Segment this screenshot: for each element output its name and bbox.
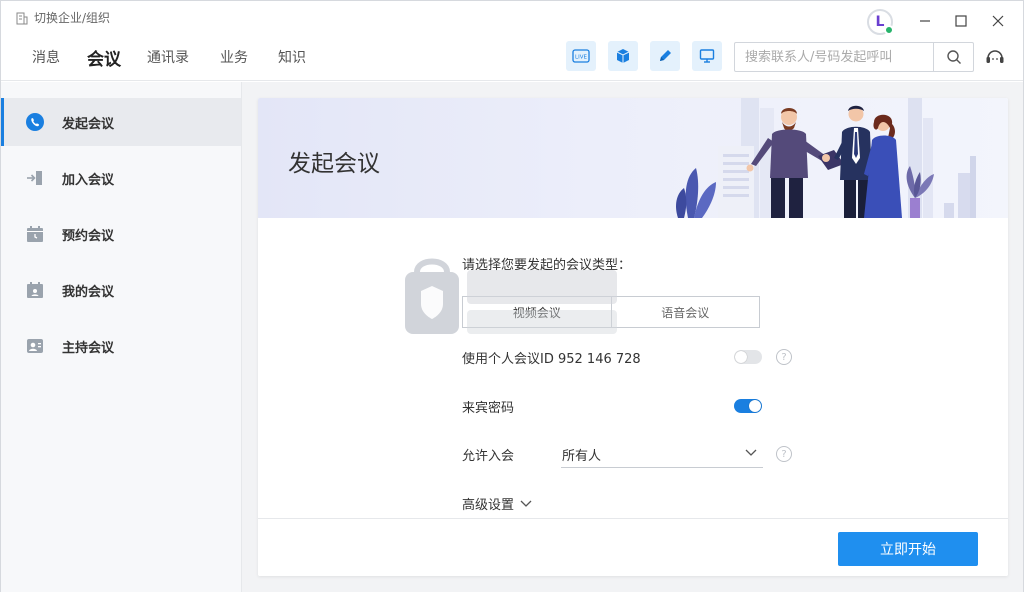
sidebar-item-my-meetings[interactable]: 我的会议: [1, 266, 241, 314]
close-button[interactable]: [986, 9, 1010, 33]
box-button[interactable]: [608, 41, 638, 71]
building-icon: [15, 11, 29, 25]
advanced-settings-label: 高级设置: [462, 498, 515, 513]
toggle-knob: [749, 400, 761, 412]
screen-icon: [699, 49, 715, 63]
org-switch-label: 切换企业/组织: [34, 11, 111, 25]
phone-chat-icon: [25, 112, 45, 132]
audio-meeting-option[interactable]: 语音会议: [612, 297, 760, 327]
search-box: [734, 42, 974, 72]
title-bar: 切换企业/组织 L: [1, 1, 1023, 39]
close-icon: [992, 15, 1004, 27]
screen-share-button[interactable]: [692, 41, 722, 71]
card-footer: 立即开始: [258, 518, 1008, 576]
personal-id-help-icon[interactable]: ?: [776, 349, 792, 365]
personal-id-label: 使用个人会议ID 952 146 728: [462, 352, 641, 367]
sidebar-item-label: 主持会议: [62, 341, 115, 356]
allow-join-help-icon[interactable]: ?: [776, 446, 792, 462]
calendar-person-icon: [25, 280, 45, 300]
meeting-form: 请选择您要发起的会议类型： 视频会议 语音会议 使用个人会议ID 952 146…: [258, 218, 1008, 518]
sidebar-item-label: 我的会议: [62, 285, 115, 300]
maximize-button[interactable]: [949, 9, 973, 33]
video-meeting-option[interactable]: 视频会议: [463, 297, 612, 327]
minimize-icon: [920, 20, 930, 22]
calendar-clock-icon: [25, 224, 45, 244]
banner: 发起会议: [258, 98, 1008, 218]
tab-contacts[interactable]: 通讯录: [147, 47, 189, 67]
live-button[interactable]: LIVE: [566, 41, 596, 71]
sidebar-item-label: 预约会议: [62, 229, 115, 244]
maximize-icon: [955, 15, 967, 27]
svg-text:LIVE: LIVE: [575, 55, 587, 61]
meeting-people-illustration: [676, 98, 976, 218]
top-nav: 消息 会议 通讯录 业务 知识 LIVE: [1, 39, 1023, 81]
sidebar-item-join-meeting[interactable]: 加入会议: [1, 154, 241, 202]
org-switch-button[interactable]: 切换企业/组织: [15, 9, 110, 26]
live-icon: LIVE: [572, 49, 590, 63]
pen-icon: [660, 50, 671, 61]
chevron-down-icon: [520, 500, 532, 507]
customer-service-button[interactable]: [984, 46, 1006, 68]
tab-knowledge[interactable]: 知识: [278, 47, 306, 67]
sidebar-item-schedule-meeting[interactable]: 预约会议: [1, 210, 241, 258]
sidebar-item-label: 加入会议: [62, 173, 115, 188]
sidebar-item-host-meeting[interactable]: 主持会议: [1, 322, 241, 370]
search-icon: [946, 50, 961, 64]
sidebar-item-start-meeting[interactable]: 发起会议: [1, 98, 241, 146]
online-status-dot: [884, 25, 894, 35]
allow-join-select[interactable]: 所有人: [561, 440, 763, 468]
avatar-letter: L: [875, 14, 885, 30]
search-button[interactable]: [933, 43, 973, 71]
avatar[interactable]: L: [867, 9, 894, 35]
page-title: 发起会议: [288, 151, 380, 177]
box-icon: [616, 49, 630, 63]
allow-join-value: 所有人: [562, 449, 602, 464]
guest-password-label: 来宾密码: [462, 401, 515, 416]
sidebar: 发起会议 加入会议 预约会议 我的会议 主持会议: [1, 82, 242, 592]
meeting-type-prompt: 请选择您要发起的会议类型：: [462, 258, 632, 273]
tab-meetings[interactable]: 会议: [87, 45, 121, 70]
allow-join-label: 允许入会: [462, 449, 515, 464]
host-person-icon: [25, 336, 45, 356]
tab-messages[interactable]: 消息: [32, 47, 60, 67]
advanced-settings-toggle[interactable]: 高级设置: [462, 494, 532, 513]
enter-door-icon: [25, 168, 45, 188]
chevron-down-icon: [745, 449, 757, 456]
guest-password-toggle[interactable]: [734, 399, 762, 413]
pen-button[interactable]: [650, 41, 680, 71]
tab-business[interactable]: 业务: [220, 47, 248, 67]
sidebar-item-label: 发起会议: [62, 117, 115, 132]
toggle-knob: [735, 351, 747, 363]
personal-id-toggle[interactable]: [734, 350, 762, 364]
start-meeting-card: 发起会议 请选择您要发起的会议类型： 视频会议 语音会议 使用个人会议ID 95…: [258, 98, 1008, 576]
minimize-button[interactable]: [913, 9, 937, 33]
search-input[interactable]: [735, 43, 933, 71]
start-now-button[interactable]: 立即开始: [838, 532, 978, 566]
headset-icon: [986, 50, 1004, 63]
meeting-type-selector: 视频会议 语音会议: [462, 296, 760, 328]
app-window: 切换企业/组织 L 消息 会议 通讯录 业务 知识 LIVE 搜索联系人/号码发…: [0, 0, 1024, 592]
